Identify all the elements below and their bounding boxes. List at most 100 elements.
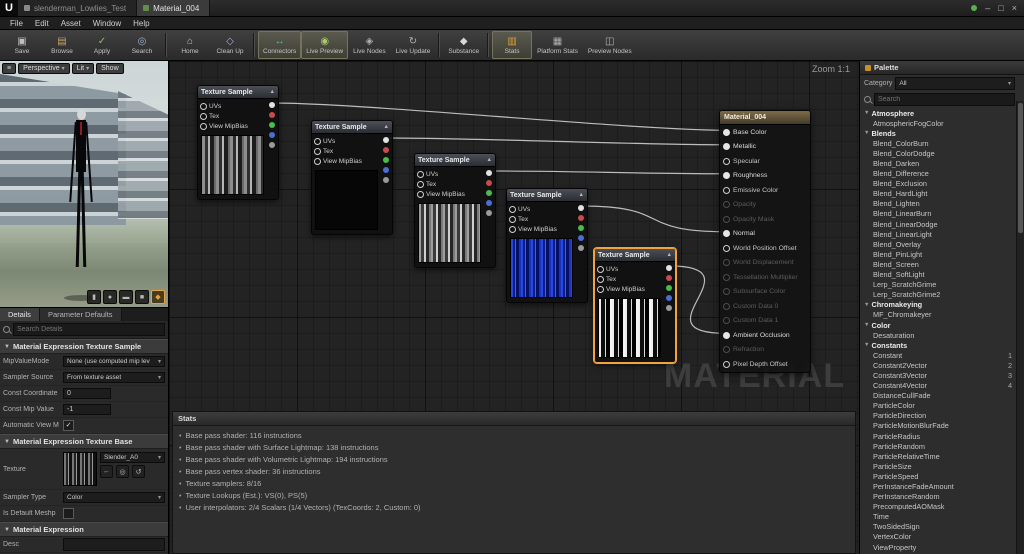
output-pin-a[interactable] — [578, 245, 584, 251]
section-header-material-expression-texture-base[interactable]: ▼Material Expression Texture Base — [0, 434, 168, 449]
menu-help[interactable]: Help — [127, 19, 155, 28]
palette-item-constant4vector[interactable]: Constant4Vector4 — [860, 381, 1016, 391]
preview-nodes-button[interactable]: ◫Preview Nodes — [583, 31, 637, 59]
palette-item-particlemotionblurfade[interactable]: ParticleMotionBlurFade — [860, 421, 1016, 431]
palette-item-blend-hardlight[interactable]: Blend_HardLight — [860, 189, 1016, 199]
node-header[interactable]: Texture Sample▲ — [415, 154, 495, 167]
output-pin-r[interactable] — [578, 215, 584, 221]
perspective-button[interactable]: Perspective▾ — [18, 63, 70, 74]
material-pin-world-displacement[interactable]: World Displacement — [720, 256, 810, 271]
output-pin-g[interactable] — [383, 157, 389, 163]
material-pin-opacity[interactable]: Opacity — [720, 198, 810, 213]
material-pin-pixel-depth-offset[interactable]: Pixel Depth Offset — [720, 357, 810, 372]
palette-item-time[interactable]: Time — [860, 512, 1016, 522]
desc-input[interactable] — [63, 538, 165, 551]
palette-category-chromakeying[interactable]: ▼Chromakeying — [860, 300, 1016, 310]
node-header[interactable]: Texture Sample▲ — [198, 86, 278, 99]
palette-item-blend-colordodge[interactable]: Blend_ColorDodge — [860, 148, 1016, 158]
output-pin-rgb[interactable] — [578, 205, 584, 211]
texture-sample-node-5[interactable]: Texture Sample▲UVsTexView MipBias — [594, 248, 676, 363]
output-pin-g[interactable] — [666, 285, 672, 291]
material-pin-world-position-offset[interactable]: World Position Offset — [720, 241, 810, 256]
close-button[interactable]: × — [1012, 3, 1017, 13]
window-tab-material-004[interactable]: Material_004 — [137, 0, 210, 16]
output-pin-b[interactable] — [578, 235, 584, 241]
output-pin-b[interactable] — [383, 167, 389, 173]
input-pin-tex[interactable] — [597, 276, 604, 283]
palette-category-atmosphere[interactable]: ▼Atmosphere — [860, 108, 1016, 118]
automatic-view-m-checkbox[interactable]: ✓ — [63, 420, 74, 431]
palette-item-particlecolor[interactable]: ParticleColor — [860, 401, 1016, 411]
palette-item-lerp-scratchgrime2[interactable]: Lerp_ScratchGrime2 — [860, 290, 1016, 300]
material-pin-metallic[interactable]: Metallic — [720, 140, 810, 155]
output-pin-rgb[interactable] — [486, 170, 492, 176]
palette-item-constant2vector[interactable]: Constant2Vector2 — [860, 360, 1016, 370]
output-pin-r[interactable] — [383, 147, 389, 153]
palette-item-particleradius[interactable]: ParticleRadius — [860, 431, 1016, 441]
input-pin-tex[interactable] — [314, 148, 321, 155]
input-pin-view-mipbias[interactable] — [597, 286, 604, 293]
output-pin-r[interactable] — [269, 112, 275, 118]
palette-item-blend-colorburn[interactable]: Blend_ColorBurn — [860, 138, 1016, 148]
output-pin-rgb[interactable] — [269, 102, 275, 108]
node-header[interactable]: Material_004 — [720, 111, 810, 125]
palette-item-precomputedaomask[interactable]: PrecomputedAOMask — [860, 502, 1016, 512]
palette-category-blends[interactable]: ▼Blends — [860, 128, 1016, 138]
material-pin-roughness[interactable]: Roughness — [720, 169, 810, 184]
output-pin-g[interactable] — [578, 225, 584, 231]
browse-button[interactable]: ▤Browse — [42, 31, 82, 59]
output-pin-rgb[interactable] — [666, 265, 672, 271]
output-pin-r[interactable] — [486, 180, 492, 186]
live-update-button[interactable]: ↻Live Update — [391, 31, 436, 59]
tab-parameter-defaults[interactable]: Parameter Defaults — [40, 308, 122, 321]
input-pin-tex[interactable] — [417, 181, 424, 188]
palette-item-atmosphericfogcolor[interactable]: AtmosphericFogColor — [860, 118, 1016, 128]
mipvaluemode-dropdown[interactable]: None (use computed mip lev▾ — [63, 356, 165, 367]
scrollbar-thumb[interactable] — [1018, 103, 1023, 233]
menu-edit[interactable]: Edit — [29, 19, 55, 28]
palette-item-blend-linearlight[interactable]: Blend_LinearLight — [860, 229, 1016, 239]
input-pin-uvs[interactable] — [417, 171, 424, 178]
search-button[interactable]: ◎Search — [122, 31, 162, 59]
material-pin-emissive-color[interactable]: Emissive Color — [720, 183, 810, 198]
palette-item-viewproperty[interactable]: ViewProperty — [860, 542, 1016, 552]
palette-item-blend-darken[interactable]: Blend_Darken — [860, 158, 1016, 168]
lit-button[interactable]: Lit▾ — [72, 63, 94, 74]
material-result-node[interactable]: Material_004Base ColorMetallicSpecularRo… — [719, 110, 811, 373]
palette-item-perinstancefadeamount[interactable]: PerInstanceFadeAmount — [860, 481, 1016, 491]
preview-viewport[interactable]: ≡Perspective▾Lit▾Show ▮●▬■◆ — [0, 61, 168, 308]
palette-item-lerp-scratchgrime[interactable]: Lerp_ScratchGrime — [860, 280, 1016, 290]
show-button[interactable]: Show — [96, 63, 124, 74]
output-pin-a[interactable] — [666, 305, 672, 311]
palette-item-particlerelativetime[interactable]: ParticleRelativeTime — [860, 451, 1016, 461]
output-pin-b[interactable] — [486, 200, 492, 206]
output-pin-g[interactable] — [269, 122, 275, 128]
texture-sample-node-2[interactable]: Texture Sample▲UVsTexView MipBias — [311, 120, 393, 235]
palette-item-particledirection[interactable]: ParticleDirection — [860, 411, 1016, 421]
sampler-source-dropdown[interactable]: From texture asset▾ — [63, 372, 165, 383]
palette-item-constant[interactable]: Constant1 — [860, 350, 1016, 360]
title-bar[interactable]: U slenderman_Lowlies_TestMaterial_004 –□… — [0, 0, 1024, 17]
maximize-button[interactable]: □ — [998, 3, 1003, 13]
output-pin-r[interactable] — [666, 275, 672, 281]
input-pin-tex[interactable] — [509, 216, 516, 223]
input-pin-uvs[interactable] — [314, 138, 321, 145]
live-nodes-button[interactable]: ◈Live Nodes — [348, 31, 391, 59]
preview-cylinder-button[interactable]: ▮ — [87, 290, 101, 304]
platform-stats-button[interactable]: ▦Platform Stats — [532, 31, 583, 59]
material-pin-specular[interactable]: Specular — [720, 154, 810, 169]
use-selected-asset-icon[interactable]: ← — [100, 465, 113, 478]
palette-item-blend-exclusion[interactable]: Blend_Exclusion — [860, 179, 1016, 189]
texture-sample-node-1[interactable]: Texture Sample▲UVsTexView MipBias — [197, 85, 279, 200]
const-coordinate-field[interactable]: 0 — [63, 388, 111, 399]
palette-item-particlerandom[interactable]: ParticleRandom — [860, 441, 1016, 451]
substance-button[interactable]: ◆Substance — [443, 31, 484, 59]
viewport-options-button[interactable]: ≡ — [2, 63, 16, 74]
texture-thumbnail[interactable] — [63, 452, 97, 486]
apply-button[interactable]: ✓Apply — [82, 31, 122, 59]
tab-details[interactable]: Details — [0, 308, 40, 321]
palette-item-particlespeed[interactable]: ParticleSpeed — [860, 471, 1016, 481]
material-pin-tessellation-multiplier[interactable]: Tessellation Multiplier — [720, 270, 810, 285]
palette-item-blend-lighten[interactable]: Blend_Lighten — [860, 199, 1016, 209]
material-pin-custom-data-0[interactable]: Custom Data 0 — [720, 299, 810, 314]
